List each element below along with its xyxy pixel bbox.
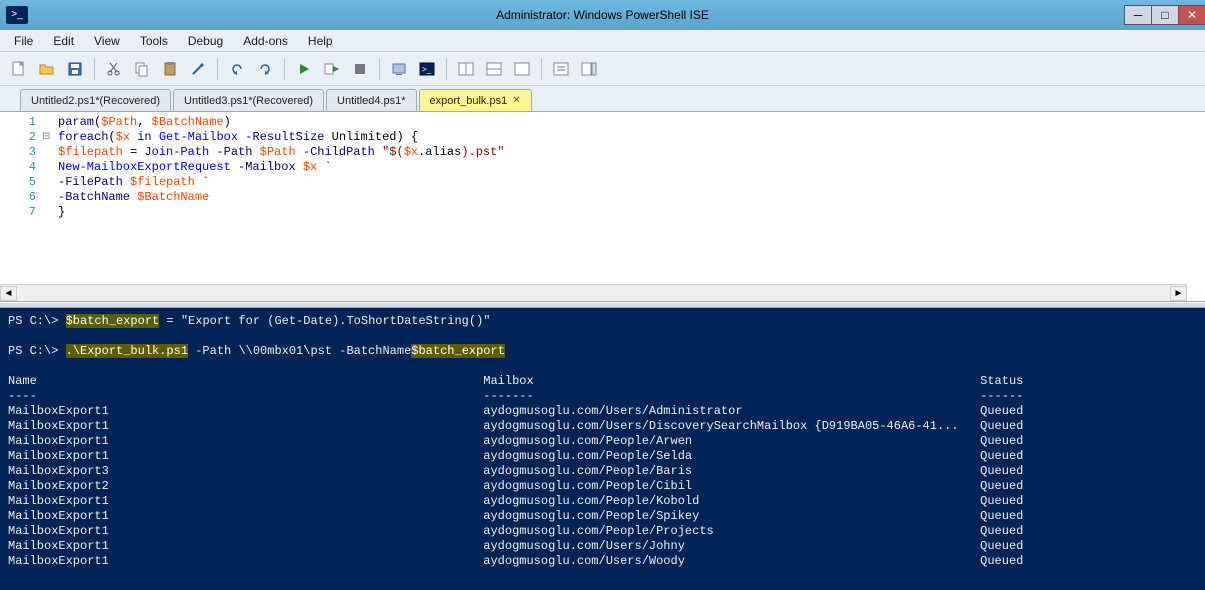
remote-icon bbox=[391, 61, 407, 77]
layout-icon bbox=[486, 61, 502, 77]
powershell-console-icon: >_ bbox=[419, 61, 435, 77]
script-editor[interactable]: 1234567 ⊟ param($Path, $BatchName) forea… bbox=[0, 112, 1205, 302]
run-button[interactable] bbox=[291, 56, 317, 82]
clear-button[interactable] bbox=[185, 56, 211, 82]
cut-button[interactable] bbox=[101, 56, 127, 82]
titlebar: >_ Administrator: Windows PowerShell ISE… bbox=[0, 0, 1205, 30]
layout-1-button[interactable] bbox=[453, 56, 479, 82]
tab-export-bulk[interactable]: export_bulk.ps1 ✕ bbox=[419, 89, 532, 111]
editor-horizontal-scrollbar[interactable]: ◄ ► bbox=[0, 284, 1187, 301]
tab-strip: Untitled2.ps1*(Recovered) Untitled3.ps1*… bbox=[0, 86, 1205, 112]
fold-gutter: ⊟ bbox=[42, 112, 56, 301]
scroll-right-icon[interactable]: ► bbox=[1170, 286, 1187, 301]
show-command-addon-button[interactable] bbox=[576, 56, 602, 82]
menubar: File Edit View Tools Debug Add-ons Help bbox=[0, 30, 1205, 52]
stop-icon bbox=[354, 63, 366, 75]
toolbar-separator bbox=[541, 58, 542, 80]
new-file-button[interactable] bbox=[6, 56, 32, 82]
close-button[interactable]: ✕ bbox=[1178, 5, 1205, 25]
tab-label: Untitled2.ps1*(Recovered) bbox=[31, 95, 160, 107]
run-selection-icon bbox=[324, 61, 340, 77]
open-folder-icon bbox=[39, 61, 55, 77]
redo-icon bbox=[257, 61, 273, 77]
menu-file[interactable]: File bbox=[4, 32, 43, 50]
menu-addons[interactable]: Add-ons bbox=[233, 32, 298, 50]
tab-untitled2[interactable]: Untitled2.ps1*(Recovered) bbox=[20, 89, 171, 111]
powershell-icon: >_ bbox=[6, 6, 28, 24]
run-selection-button[interactable] bbox=[319, 56, 345, 82]
toolbar-separator bbox=[217, 58, 218, 80]
toolbar-separator bbox=[94, 58, 95, 80]
toolbar-separator bbox=[379, 58, 380, 80]
layout-2-button[interactable] bbox=[481, 56, 507, 82]
command-icon bbox=[553, 61, 569, 77]
addon-icon bbox=[581, 61, 597, 77]
save-icon bbox=[67, 61, 83, 77]
svg-text:>_: >_ bbox=[422, 65, 432, 74]
start-powershell-button[interactable]: >_ bbox=[414, 56, 440, 82]
tab-untitled3[interactable]: Untitled3.ps1*(Recovered) bbox=[173, 89, 324, 111]
minimize-button[interactable]: ─ bbox=[1124, 5, 1152, 25]
layout-3-button[interactable] bbox=[509, 56, 535, 82]
code-area[interactable]: param($Path, $BatchName) foreach($x in G… bbox=[56, 112, 1205, 301]
scroll-left-icon[interactable]: ◄ bbox=[0, 286, 17, 301]
copy-icon bbox=[134, 61, 150, 77]
line-gutter: 1234567 bbox=[0, 112, 42, 301]
window-title: Administrator: Windows PowerShell ISE bbox=[496, 8, 709, 22]
tab-label: export_bulk.ps1 bbox=[430, 95, 508, 107]
close-tab-icon[interactable]: ✕ bbox=[512, 95, 520, 106]
menu-help[interactable]: Help bbox=[298, 32, 343, 50]
menu-view[interactable]: View bbox=[84, 32, 130, 50]
redo-button[interactable] bbox=[252, 56, 278, 82]
undo-icon bbox=[229, 61, 245, 77]
toolbar: >_ bbox=[0, 52, 1205, 86]
toolbar-separator bbox=[284, 58, 285, 80]
show-command-button[interactable] bbox=[548, 56, 574, 82]
layout-icon bbox=[458, 61, 474, 77]
tab-untitled4[interactable]: Untitled4.ps1* bbox=[326, 89, 417, 111]
new-remote-tab-button[interactable] bbox=[386, 56, 412, 82]
tab-label: Untitled3.ps1*(Recovered) bbox=[184, 95, 313, 107]
copy-button[interactable] bbox=[129, 56, 155, 82]
open-file-button[interactable] bbox=[34, 56, 60, 82]
console-pane[interactable]: PS C:\> $batch_export = "Export for (Get… bbox=[0, 308, 1205, 590]
paste-icon bbox=[162, 61, 178, 77]
menu-edit[interactable]: Edit bbox=[43, 32, 84, 50]
menu-debug[interactable]: Debug bbox=[178, 32, 233, 50]
save-button[interactable] bbox=[62, 56, 88, 82]
new-file-icon bbox=[11, 61, 27, 77]
toolbar-separator bbox=[446, 58, 447, 80]
stop-button[interactable] bbox=[347, 56, 373, 82]
brush-icon bbox=[190, 61, 206, 77]
run-icon bbox=[297, 62, 311, 76]
cut-icon bbox=[106, 61, 122, 77]
undo-button[interactable] bbox=[224, 56, 250, 82]
tab-label: Untitled4.ps1* bbox=[337, 95, 406, 107]
paste-button[interactable] bbox=[157, 56, 183, 82]
maximize-button[interactable]: □ bbox=[1151, 5, 1179, 25]
menu-tools[interactable]: Tools bbox=[130, 32, 178, 50]
window-controls: ─ □ ✕ bbox=[1124, 5, 1205, 25]
layout-icon bbox=[514, 61, 530, 77]
